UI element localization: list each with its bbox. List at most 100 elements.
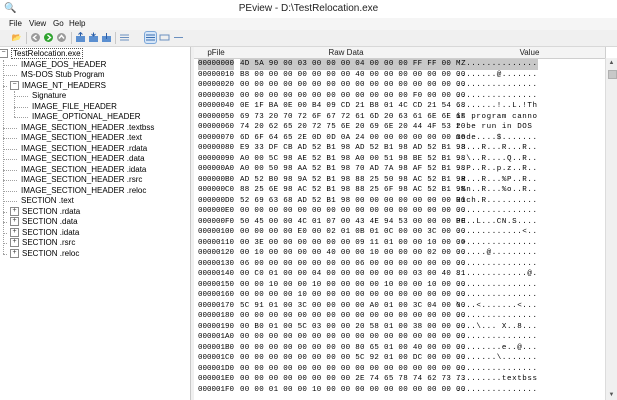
hex-row[interactable]: 00000180 00 00 00 00 00 00 00 00 00 00 00… (194, 311, 605, 322)
hex-row[interactable]: 000001A0 00 00 00 00 00 00 00 00 00 00 00… (194, 332, 605, 343)
row-raw-data: 00 00 00 00 00 00 00 00 00 00 00 00 00 0… (240, 312, 466, 320)
menu-file[interactable]: File (9, 19, 22, 28)
tree-item[interactable]: IMAGE_FILE_HEADER (32, 102, 117, 112)
expand-icon[interactable]: + (10, 217, 19, 227)
row-value: .3...R...R...R.. (456, 144, 538, 152)
row-value: ................ (456, 280, 538, 289)
hex-row[interactable]: 000001B0 00 00 00 00 00 00 00 00 80 65 01… (194, 343, 605, 354)
forward-icon[interactable] (43, 32, 54, 43)
tree-item[interactable]: IMAGE_SECTION_HEADER .text (21, 133, 142, 143)
hex-row[interactable]: 00000080 E9 33 DF CB AD 52 B1 98 AD 52 B1… (194, 143, 605, 154)
hex-row[interactable]: 00000160 00 00 00 00 10 00 00 00 00 00 00… (194, 290, 605, 301)
row-raw-data: 52 69 63 68 AD 52 B1 98 00 00 00 00 00 0… (240, 196, 466, 205)
hex-row[interactable]: 000001D0 00 00 00 00 00 00 00 00 00 00 00… (194, 364, 605, 375)
hex-row[interactable]: 000001F0 00 00 01 00 00 10 00 00 00 00 00… (194, 385, 605, 396)
menu-help[interactable]: Help (69, 19, 85, 28)
tree-item[interactable]: + SECTION .rsrc (10, 238, 75, 248)
menu-go[interactable]: Go (53, 19, 64, 28)
hex-row[interactable]: 00000060 74 20 62 65 20 72 75 6E 20 69 6E… (194, 122, 605, 133)
expand-icon[interactable]: + (10, 248, 19, 258)
hex-row[interactable]: 00000010 B8 00 00 00 00 00 00 00 40 00 00… (194, 70, 605, 81)
column-header-raw-data[interactable]: Raw Data (238, 47, 455, 59)
tree-item[interactable]: + SECTION .rdata (10, 207, 80, 217)
hex-row[interactable]: 000000E0 00 00 00 00 00 00 00 00 00 00 00… (194, 206, 605, 217)
hex-row[interactable]: 00000070 6D 6F 64 65 2E 0D 0D 0A 24 00 00… (194, 133, 605, 144)
row-value: ................ (456, 207, 538, 215)
tree-item[interactable]: IMAGE_SECTION_HEADER .rdata (21, 144, 147, 154)
expand-icon[interactable]: + (10, 206, 19, 216)
scroll-down-icon[interactable]: ▼ (606, 390, 617, 400)
tree-item[interactable]: + SECTION .idata (10, 228, 79, 238)
tree-item[interactable]: MS-DOS Stub Program (21, 70, 105, 80)
up-icon[interactable] (56, 32, 67, 43)
tree-item[interactable]: IMAGE_SECTION_HEADER .data (21, 154, 145, 164)
window-title: PEview - D:\TestRelocation.exe (238, 3, 379, 14)
hex-row[interactable]: 00000140 00 C0 01 00 00 04 00 00 00 00 00… (194, 269, 605, 280)
collapse-icon[interactable]: − (10, 80, 19, 90)
hex-row[interactable]: 00000090 A0 00 5C 98 AE 52 B1 98 A0 00 51… (194, 154, 605, 165)
hex-row[interactable]: 00000050 69 73 20 70 72 6F 67 72 61 6D 20… (194, 112, 605, 123)
hex-row[interactable]: 00000110 00 3E 00 00 00 00 00 00 09 11 01… (194, 238, 605, 249)
down-icon[interactable] (101, 32, 112, 43)
row-raw-data: 6D 6F 64 65 2E 0D 0D 0A 24 00 00 00 00 0… (240, 133, 466, 142)
hex-row[interactable]: 00000040 0E 1F BA 0E 00 B4 09 CD 21 B8 01… (194, 101, 605, 112)
row-offset: 00000050 (198, 112, 235, 121)
row-raw-data: 06 00 00 00 00 00 00 00 06 00 00 00 00 0… (240, 259, 466, 268)
hex-row[interactable]: 000001C0 00 00 00 00 00 00 00 00 5C 92 01… (194, 353, 605, 364)
tree-item[interactable]: IMAGE_SECTION_HEADER .rsrc (21, 175, 142, 185)
hex-row[interactable]: 00000190 00 B0 01 00 5C 03 00 00 20 58 01… (194, 322, 605, 333)
column-header-value[interactable]: Value (454, 47, 606, 59)
scroll-thumb[interactable] (608, 70, 617, 79)
tree-item[interactable]: IMAGE_DOS_HEADER (21, 60, 106, 70)
row-offset: 00000180 (198, 312, 235, 320)
tree-item[interactable]: − IMAGE_NT_HEADERS (10, 81, 106, 91)
back-icon[interactable] (30, 32, 41, 43)
column-header-pfile[interactable]: pFile (194, 47, 239, 59)
hex-row[interactable]: 000001E0 00 00 00 00 00 00 00 00 2E 74 65… (194, 374, 605, 385)
tree-item[interactable]: Signature (32, 91, 66, 101)
hex-row[interactable]: 00000170 5C 91 01 00 3C 00 00 00 00 A0 01… (194, 301, 605, 312)
hex-row[interactable]: 000000A0 A0 00 50 98 AA 52 B1 98 70 AD 7A… (194, 164, 605, 175)
row-raw-data: A0 00 5C 98 AE 52 B1 98 A0 00 51 98 BE 5… (240, 154, 466, 163)
tree-item[interactable]: SECTION .text (21, 196, 74, 206)
hex-row[interactable]: 000000D0 52 69 63 68 AD 52 B1 98 00 00 00… (194, 196, 605, 207)
hex-row[interactable]: 00000000 4D 5A 90 00 03 00 00 00 04 00 00… (194, 59, 605, 70)
next-icon[interactable] (88, 32, 99, 43)
tree-item[interactable]: IMAGE_SECTION_HEADER .textbss (21, 123, 154, 133)
tree-item[interactable]: + SECTION .reloc (10, 249, 79, 259)
vertical-scrollbar[interactable]: ▲ ▼ (605, 58, 617, 400)
expand-icon[interactable]: + (10, 227, 19, 237)
row-value: .............<.. (456, 228, 538, 236)
hex-row[interactable]: 00000150 00 00 10 00 00 10 00 00 00 00 10… (194, 280, 605, 291)
hex-row[interactable]: 00000120 00 10 00 00 00 00 40 00 00 10 00… (194, 248, 605, 259)
tree-item[interactable]: IMAGE_OPTIONAL_HEADER (32, 112, 140, 122)
toolbar-separator (26, 32, 27, 44)
section-tree[interactable]: − TestRelocation.exe IMAGE_DOS_HEADER MS-DO… (0, 47, 191, 400)
tree-item[interactable]: − TestRelocation.exe (0, 48, 83, 59)
collapse-view-icon[interactable] (173, 32, 184, 43)
hex-row[interactable]: 000000B0 AD 52 B0 98 9A 52 B1 98 88 25 50… (194, 175, 605, 186)
hex-row[interactable]: 00000100 00 00 00 00 E0 00 02 01 0B 01 0C… (194, 227, 605, 238)
hex-row[interactable]: 000000C0 88 25 6E 98 AC 52 B1 98 88 25 6F… (194, 185, 605, 196)
row-offset: 000000D0 (198, 196, 235, 205)
menu-view[interactable]: View (29, 19, 46, 28)
row-offset: 00000080 (198, 144, 235, 152)
hex-row[interactable]: 00000020 00 00 00 00 00 00 00 00 00 00 00… (194, 80, 605, 91)
scroll-up-icon[interactable]: ▲ (606, 58, 617, 68)
open-icon[interactable]: 📂 (11, 32, 22, 43)
tree-connector (3, 138, 17, 139)
expand-icon[interactable]: + (10, 238, 19, 248)
hex-row[interactable]: 00000130 06 00 00 00 00 00 00 00 06 00 00… (194, 259, 605, 270)
hex-row[interactable]: 000000F0 50 45 00 00 4C 01 07 00 43 4E 94… (194, 217, 605, 228)
row-value: ..\..R....Q..R.. (456, 154, 538, 163)
prev-icon[interactable] (75, 31, 86, 43)
tree-item[interactable]: IMAGE_SECTION_HEADER .reloc (21, 186, 146, 196)
hex-view-icon[interactable] (159, 32, 170, 43)
tree-item[interactable]: + SECTION .data (10, 217, 78, 227)
hex-view[interactable]: pFile Raw Data Value 00000000 4D 5A 90 00… (194, 47, 617, 400)
tree-item[interactable]: IMAGE_SECTION_HEADER .idata (21, 165, 146, 175)
collapse-icon[interactable]: − (0, 49, 8, 59)
detail-view-icon[interactable] (144, 31, 157, 44)
hex-row[interactable]: 00000030 00 00 00 00 00 00 00 00 00 00 00… (194, 91, 605, 102)
list-view-icon[interactable] (119, 32, 130, 43)
